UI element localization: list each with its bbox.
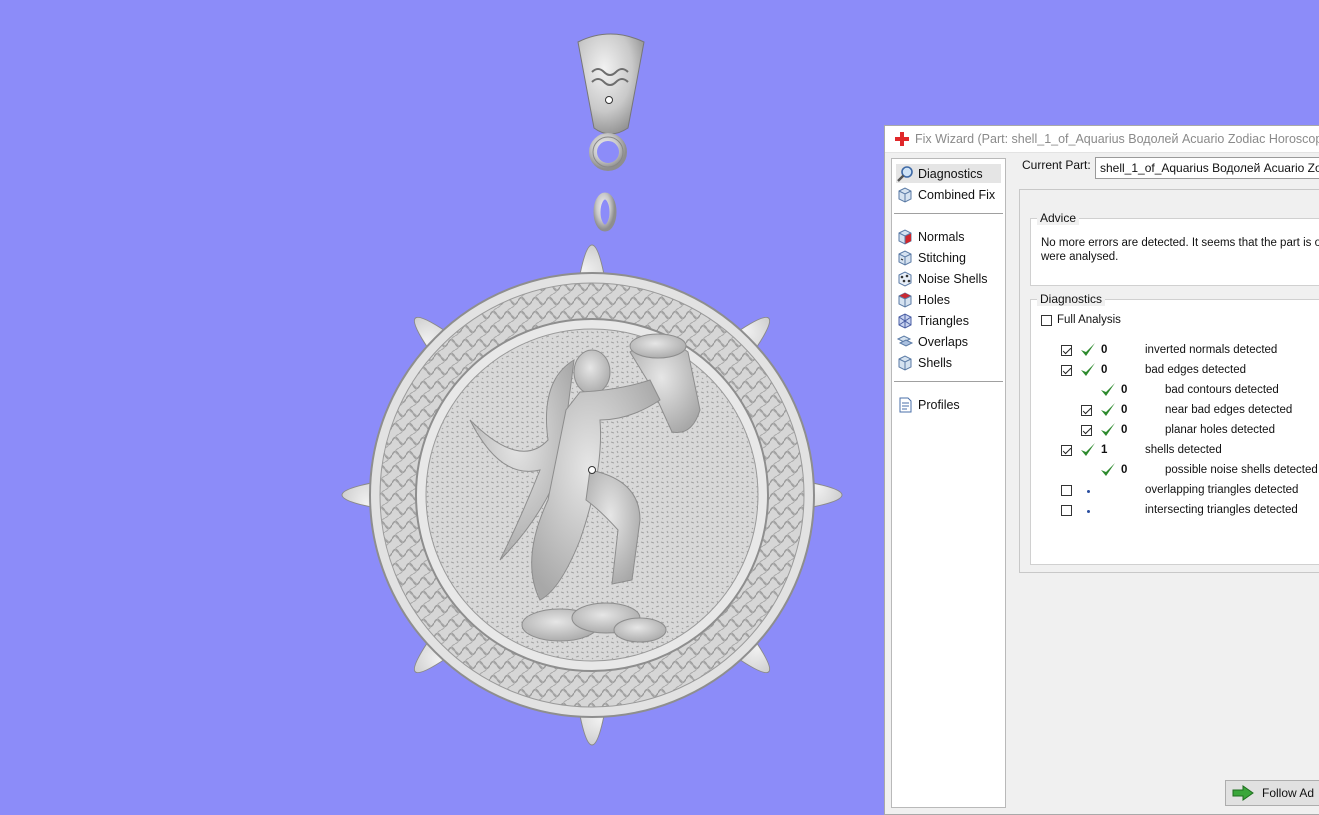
nav-item-stitching[interactable]: Stitching: [896, 248, 966, 267]
diag-label: intersecting triangles detected: [1145, 504, 1298, 516]
nav-item-holes[interactable]: Holes: [896, 290, 950, 309]
diag-count: 0: [1121, 404, 1128, 416]
diag-row-checkbox[interactable]: [1061, 345, 1072, 356]
green-arrow-icon: [1232, 785, 1254, 801]
nav-item-triangles[interactable]: Triangles: [896, 311, 969, 330]
nav-item-diagnostics[interactable]: Diagnostics: [896, 164, 1001, 183]
3d-viewport[interactable]: [0, 0, 880, 808]
green-check-icon: [1081, 363, 1095, 376]
magnifier-icon: [897, 165, 913, 182]
diag-count: 0: [1121, 464, 1128, 476]
diag-label: planar holes detected: [1165, 424, 1275, 436]
current-part-label: Current Part:: [1022, 158, 1091, 172]
diagnostics-group: Diagnostics Full Analysis 0 inverted nor…: [1030, 292, 1319, 565]
nav-item-combined-fix[interactable]: Combined Fix: [896, 185, 995, 204]
advice-title: Advice: [1037, 211, 1080, 225]
green-check-icon: [1081, 443, 1095, 456]
diag-label: overlapping triangles detected: [1145, 484, 1299, 496]
profiles-document-icon: [899, 397, 912, 412]
shells-icon: [898, 354, 912, 371]
nav-item-label: Holes: [918, 292, 950, 307]
diag-row-checkbox[interactable]: [1061, 505, 1072, 516]
pendant-model[interactable]: [0, 0, 880, 808]
nav-item-label: Normals: [918, 229, 965, 244]
green-check-icon: [1101, 463, 1115, 476]
follow-advice-label: Follow Ad: [1262, 786, 1315, 800]
nav-item-normals[interactable]: Normals: [896, 227, 965, 246]
overlaps-icon: [896, 334, 914, 347]
nav-item-noise-shells[interactable]: Noise Shells: [896, 269, 987, 288]
nav-item-profiles[interactable]: Profiles: [896, 395, 960, 414]
noise-shells-icon: [898, 270, 912, 287]
diag-row-checkbox[interactable]: [1081, 405, 1092, 416]
diag-count: 0: [1121, 424, 1128, 436]
diag-label: possible noise shells detected: [1165, 464, 1318, 476]
title-bar[interactable]: Fix Wizard (Part: shell_1_of_Aquarius Во…: [885, 126, 1319, 153]
nav-item-label: Triangles: [918, 313, 969, 328]
diag-count: 0: [1101, 364, 1108, 376]
diag-count: 1: [1101, 444, 1108, 456]
fix-wizard-window: Fix Wizard (Part: shell_1_of_Aquarius Во…: [884, 125, 1319, 815]
advice-group: Advice No more errors are detected. It s…: [1030, 211, 1319, 286]
diag-label: bad contours detected: [1165, 384, 1279, 396]
nav-item-shells[interactable]: Shells: [896, 353, 952, 372]
nav-item-label: Overlaps: [918, 334, 969, 349]
wizard-nav-panel: Diagnostics Combined Fix Normals Stitchi…: [891, 158, 1006, 808]
nav-item-label: Noise Shells: [918, 271, 988, 286]
diagnostics-content-panel: Advice No more errors are detected. It s…: [1019, 189, 1319, 573]
nav-divider: [894, 213, 1003, 214]
diag-count: 0: [1101, 344, 1108, 356]
nav-item-label: Profiles: [918, 397, 960, 412]
nav-item-label: Shells: [918, 355, 953, 370]
diag-row-checkbox[interactable]: [1061, 485, 1072, 496]
green-check-icon: [1081, 343, 1095, 356]
nav-item-label: Stitching: [918, 250, 966, 265]
window-title: Fix Wizard (Part: shell_1_of_Aquarius Во…: [915, 132, 1319, 146]
diag-row-checkbox[interactable]: [1081, 425, 1092, 436]
full-analysis-label: Full Analysis: [1057, 314, 1121, 326]
diag-label: near bad edges detected: [1165, 404, 1293, 416]
triangles-cube-icon: [898, 312, 912, 329]
green-check-icon: [1101, 403, 1115, 416]
diag-row-checkbox[interactable]: [1061, 445, 1072, 456]
diag-row-checkbox[interactable]: [1061, 365, 1072, 376]
combined-fix-cube-icon: [898, 186, 912, 203]
holes-cube-icon: [898, 291, 912, 308]
normals-cube-icon: [898, 228, 912, 245]
diagnostics-title: Diagnostics: [1037, 292, 1106, 306]
bail-part: [577, 33, 645, 171]
green-check-icon: [1101, 383, 1115, 396]
diag-count: 0: [1121, 384, 1128, 396]
follow-advice-button[interactable]: Follow Ad: [1225, 780, 1319, 806]
current-part-select[interactable]: shell_1_of_Aquarius Водолей Acuario Zodi…: [1095, 157, 1319, 179]
pending-dot-icon: [1087, 490, 1090, 493]
pending-dot-icon: [1087, 510, 1090, 513]
diag-label: shells detected: [1145, 444, 1222, 456]
nav-item-overlaps[interactable]: Overlaps: [896, 332, 968, 351]
nav-item-label: Diagnostics: [918, 166, 983, 181]
green-check-icon: [1101, 423, 1115, 436]
diag-label: bad edges detected: [1145, 364, 1247, 376]
advice-text: No more errors are detected. It seems th…: [1041, 237, 1319, 263]
full-analysis-checkbox[interactable]: [1041, 315, 1052, 326]
nav-divider: [894, 381, 1003, 382]
stitching-cube-icon: [898, 249, 912, 266]
nav-item-label: Combined Fix: [918, 187, 996, 202]
diag-label: inverted normals detected: [1145, 344, 1278, 356]
red-cross-icon: [895, 132, 909, 146]
